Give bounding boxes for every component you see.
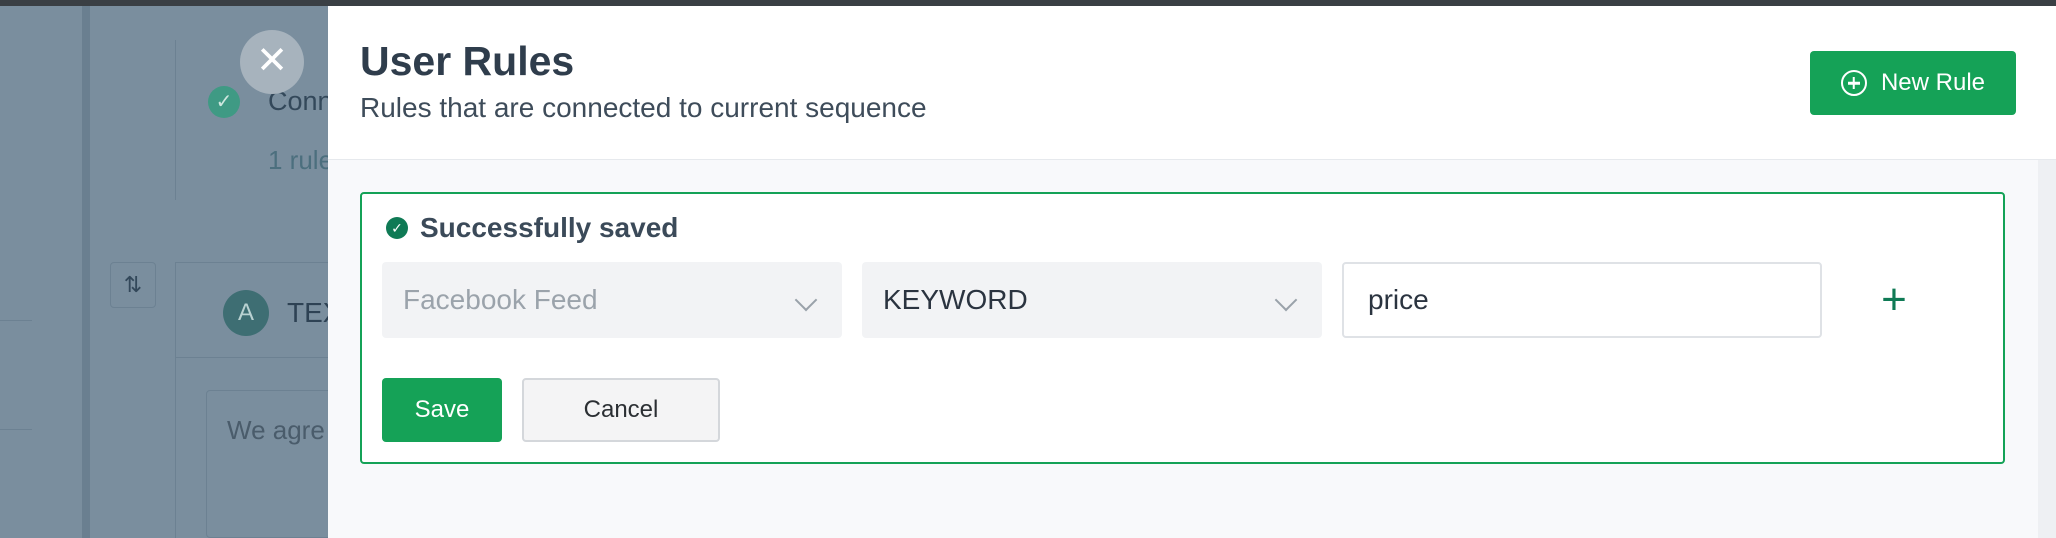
background-card-subtitle: 1 rule [268,145,334,175]
chevron-down-icon [1274,288,1298,312]
close-panel-button[interactable]: ✕ [240,30,304,94]
new-rule-label: New Rule [1880,69,1986,96]
page-title: User Rules [360,38,575,84]
save-button[interactable]: Save [382,378,502,442]
new-rule-button[interactable]: New Rule [1810,51,2016,115]
add-condition-button[interactable]: + [1864,262,1924,338]
background-left-strip [0,320,32,430]
plus-circle-icon [1840,70,1867,96]
user-rules-panel: User Rules Rules that are connected to c… [328,6,2056,538]
background-sidebar [82,6,90,538]
cancel-button[interactable]: Cancel [522,378,720,442]
swap-icon: ⇅ [110,262,156,308]
status-text: Successfully saved [420,212,679,243]
rule-type-select[interactable]: KEYWORD [862,262,1322,338]
rule-card: ✓ Successfully saved Facebook Feed KEYWO… [360,192,2005,464]
status-message: ✓ Successfully saved [386,212,678,244]
background-message-text: We agre [227,415,325,445]
background-check-icon: ✓ [208,86,240,118]
source-select[interactable]: Facebook Feed [382,262,842,338]
scrollbar[interactable] [2038,160,2056,538]
rule-type-select-value: KEYWORD [883,284,1028,315]
source-select-value: Facebook Feed [403,284,598,315]
close-icon: ✕ [256,40,288,82]
check-circle-icon: ✓ [386,217,408,239]
panel-header: User Rules Rules that are connected to c… [328,6,2056,160]
avatar: A [223,290,269,336]
keyword-input[interactable] [1342,262,1822,338]
plus-icon: + [1881,275,1907,324]
chevron-down-icon [794,288,818,312]
page-subtitle: Rules that are connected to current sequ… [360,92,927,123]
